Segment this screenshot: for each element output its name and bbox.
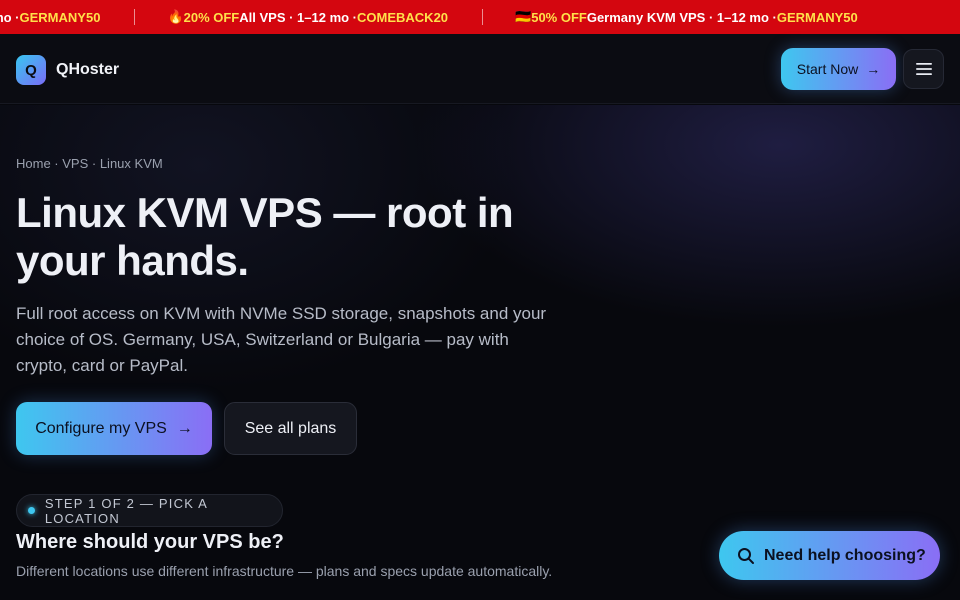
breadcrumb: Home · VPS · Linux KVM (16, 156, 163, 171)
brand-name: QHoster (56, 61, 120, 78)
promo-text: 12 mo · (0, 9, 20, 25)
promo-item: 12 mo · GERMANY50 (0, 10, 100, 25)
logo[interactable]: Q QHoster (16, 55, 119, 85)
menu-button[interactable] (903, 49, 944, 89)
hero-section: Home · VPS · Linux KVM Linux KVM VPS — r… (0, 105, 960, 600)
promo-text: All VPS · 1–12 mo · (239, 9, 358, 25)
hamburger-menu-icon (915, 63, 932, 75)
step-indicator: STEP 1 OF 2 — PICK A LOCATION (16, 494, 283, 527)
promo-separator (134, 9, 136, 25)
promo-text: Germany KVM VPS · 1–12 mo · (586, 9, 777, 25)
promo-discount: 50% OFF (531, 9, 587, 25)
page-title: Linux KVM VPS — root in your hands. (16, 189, 514, 284)
start-now-label: Start Now (796, 61, 859, 77)
promo-ticker-track: 12 mo · GERMANY50 🔥 20% OFF All VPS · 1–… (0, 0, 858, 34)
breadcrumb-home[interactable]: Home (16, 156, 51, 171)
start-now-button[interactable]: Start Now → (781, 48, 896, 90)
arrow-right-icon: → (176, 419, 193, 437)
promo-separator (482, 9, 484, 25)
promo-ticker: 12 mo · GERMANY50 🔥 20% OFF All VPS · 1–… (0, 0, 960, 34)
flag-icon: 🇩🇪 (515, 9, 532, 24)
fire-icon: 🔥 (167, 9, 184, 24)
hero-subtitle: Full root access on KVM with NVMe SSD st… (16, 304, 547, 375)
breadcrumb-vps[interactable]: VPS (62, 156, 88, 171)
promo-code: GERMANY50 (19, 9, 101, 25)
configure-vps-button[interactable]: Configure my VPS → (16, 402, 212, 455)
site-header: Q QHoster Start Now → (0, 34, 960, 104)
configure-vps-label: Configure my VPS (35, 419, 167, 437)
logo-mark: Q (16, 55, 46, 85)
promo-code: COMEBACK20 (357, 9, 449, 25)
help-choosing-button[interactable]: Need help choosing? (719, 531, 940, 580)
promo-item: 🔥 20% OFF All VPS · 1–12 mo · COMEBACK20 (167, 9, 448, 25)
breadcrumb-separator: · (50, 156, 63, 171)
location-section-title: Where should your VPS be? (16, 531, 284, 553)
breadcrumb-current: Linux KVM (99, 156, 163, 171)
breadcrumb-separator: · (88, 156, 100, 171)
search-icon (737, 547, 755, 565)
promo-discount: 20% OFF (183, 9, 240, 25)
help-choosing-label: Need help choosing? (764, 546, 926, 564)
arrow-right-icon: → (866, 61, 881, 77)
step-label: STEP 1 OF 2 — PICK A LOCATION (44, 495, 208, 526)
status-dot-icon (28, 507, 35, 514)
see-all-plans-button[interactable]: See all plans (224, 402, 357, 455)
location-section-subtitle: Different locations use different infras… (16, 563, 553, 579)
promo-item: 🇩🇪 50% OFF Germany KVM VPS · 1–12 mo · G… (515, 9, 858, 25)
promo-code: GERMANY50 (776, 9, 858, 25)
